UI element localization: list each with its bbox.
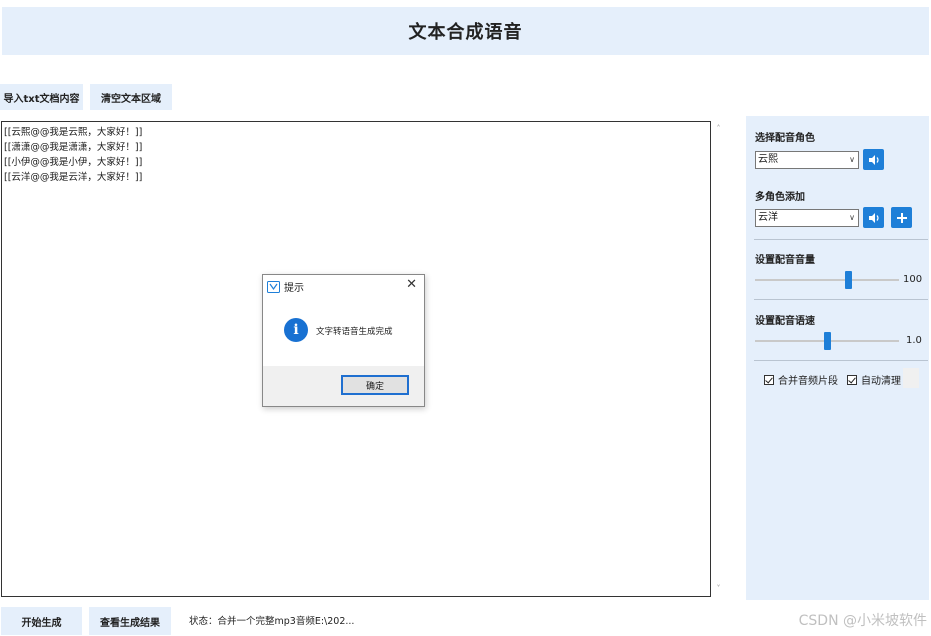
chevron-down-icon: ∨: [849, 213, 855, 222]
editor-line: [[云洋@@我是云洋，大家好！]]: [4, 172, 143, 183]
divider: [754, 299, 928, 300]
dialog-message: 文字转语音生成完成: [316, 327, 393, 337]
message-dialog: 提示 ✕ i 文字转语音生成完成 确定: [262, 274, 425, 407]
volume-label: 设置配音音量: [755, 255, 815, 266]
speaker-preview-button[interactable]: [863, 149, 884, 170]
multi-role-value: 云洋: [758, 212, 778, 223]
speed-value: 1.0: [906, 335, 922, 346]
speed-label: 设置配音语速: [755, 316, 815, 327]
view-results-button[interactable]: 查看生成结果: [89, 607, 171, 635]
editor-scrollbar[interactable]: ˄ ˅: [711, 121, 726, 597]
checkbox-checked-icon: [847, 374, 857, 385]
close-icon[interactable]: ✕: [406, 277, 417, 292]
chevron-down-icon: ∨: [849, 155, 855, 164]
scroll-up-icon[interactable]: ˄: [711, 123, 726, 135]
title-bar: 文本合成语音: [2, 7, 929, 55]
start-generate-button[interactable]: 开始生成: [1, 607, 82, 635]
settings-panel: 选择配音角色 云熙 ∨ 多角色添加 云洋 ∨ 设置配音音量 100 设置配音语速…: [746, 116, 929, 600]
import-txt-button[interactable]: 导入txt文档内容: [0, 84, 83, 110]
info-icon: i: [284, 318, 308, 342]
plus-icon: [896, 212, 907, 223]
multi-role-select[interactable]: 云洋 ∨: [755, 209, 859, 227]
voice-role-select[interactable]: 云熙 ∨: [755, 151, 859, 169]
editor-line: [[云熙@@我是云熙，大家好！]]: [4, 127, 143, 138]
voice-role-value: 云熙: [758, 154, 778, 165]
speaker-preview-button-2[interactable]: [863, 207, 884, 228]
dialog-titlebar: 提示: [267, 279, 304, 294]
merge-audio-label: 合并音频片段: [778, 376, 838, 387]
volume-slider-thumb[interactable]: [845, 271, 853, 289]
speed-slider-thumb[interactable]: [823, 332, 831, 350]
dialog-footer: 确定: [263, 366, 424, 406]
editor-line: [[潇潇@@我是潇潇，大家好！]]: [4, 142, 143, 153]
divider: [754, 239, 928, 240]
app-icon: [267, 280, 280, 293]
speaker-icon: [868, 212, 879, 223]
checkbox-checked-icon: [764, 374, 774, 385]
page-title: 文本合成语音: [408, 22, 523, 43]
volume-slider[interactable]: [755, 279, 899, 281]
multi-role-label: 多角色添加: [755, 192, 805, 203]
add-role-button[interactable]: [891, 207, 912, 228]
auto-clean-checkbox[interactable]: 自动清理: [847, 372, 901, 387]
speaker-icon: [868, 154, 879, 165]
dialog-title: 提示: [284, 283, 304, 294]
voice-role-label: 选择配音角色: [755, 133, 815, 144]
volume-value: 100: [903, 274, 923, 285]
scroll-down-icon[interactable]: ˅: [711, 583, 726, 595]
clear-text-button[interactable]: 清空文本区域: [90, 84, 172, 110]
merge-audio-checkbox[interactable]: 合并音频片段: [764, 372, 838, 387]
auto-clean-label: 自动清理: [861, 376, 901, 387]
editor-line: [[小伊@@我是小伊，大家好！]]: [4, 157, 143, 168]
ok-button[interactable]: 确定: [341, 375, 409, 395]
status-text: 状态：合并一个完整mp3音频E:\202...: [189, 616, 355, 627]
panel-filler: [903, 368, 919, 388]
divider: [754, 360, 928, 361]
watermark: CSDN @小米坡软件: [798, 613, 927, 629]
